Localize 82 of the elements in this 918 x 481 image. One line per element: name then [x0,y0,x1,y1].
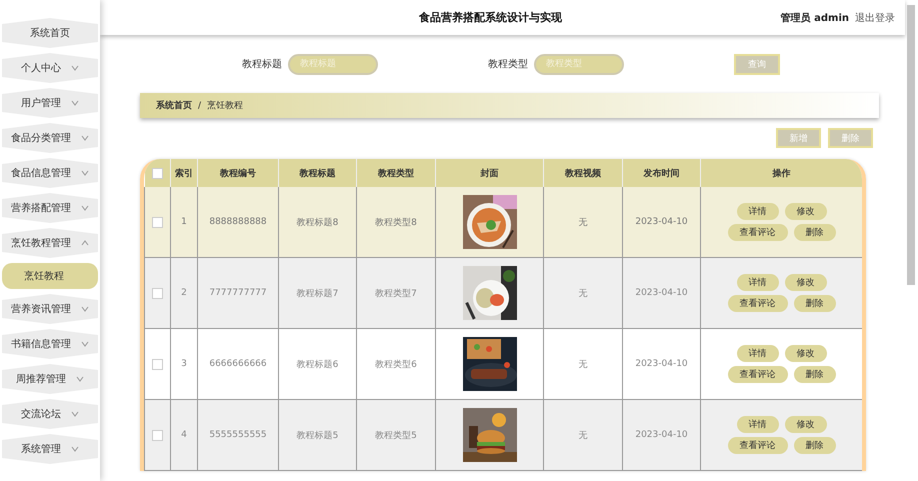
breadcrumb-link[interactable]: 系统首页 [156,99,192,112]
table-cell: 教程标题7 [278,258,356,328]
action-button[interactable]: 删除 [794,295,836,312]
sidebar-item[interactable]: 交流论坛 [2,399,98,429]
column-header: 封面 [436,159,544,187]
caret-icon [76,375,84,383]
column-header: 发布时间 [622,159,700,187]
table-cell: 教程类型5 [356,400,436,470]
caret-icon [71,410,79,418]
action-button[interactable]: 查看评论 [728,366,788,383]
table-cell: 2023-04-10 [622,187,700,258]
action-button[interactable]: 详情 [736,345,778,362]
sidebar-item[interactable]: 用户管理 [2,88,98,118]
table-cell: 2023-04-10 [622,258,700,328]
column-header: 教程编号 [198,159,278,187]
action-button[interactable]: 查看评论 [728,224,788,241]
checkbox[interactable] [152,358,163,370]
table-cell: 2 [170,258,198,328]
action-button[interactable]: 详情 [736,274,778,291]
action-button[interactable]: 删除 [794,224,836,241]
column-header: 教程视频 [544,159,622,187]
table-cell: 无 [544,258,622,328]
checkbox[interactable] [152,430,163,440]
column-header: 教程类型 [356,159,436,187]
action-button[interactable]: 修改 [784,203,826,220]
action-button[interactable]: 修改 [784,416,826,433]
action-button[interactable]: 删除 [794,437,836,454]
table-cell: 4 [170,400,198,470]
sidebar-item[interactable]: 周推荐管理 [2,364,98,394]
action-button[interactable]: 详情 [736,203,778,220]
checkbox[interactable] [152,216,163,228]
breadcrumb-separator: / [198,100,202,110]
caret-icon [81,340,89,348]
column-header: 索引 [170,159,198,187]
sidebar-subitem[interactable]: 烹饪教程 [2,263,98,289]
sidebar-item[interactable]: 食品信息管理 [2,158,98,188]
search-field[interactable]: 教程标题 [288,54,378,74]
caret-icon [71,99,79,107]
checkbox[interactable] [152,168,163,178]
table-cell: 5555555555 [198,400,278,470]
sidebar-item[interactable]: 食品分类管理 [2,123,98,153]
action-button[interactable]: 删除 [794,366,836,383]
table-cell: 教程标题8 [278,187,356,258]
caret-icon [71,445,79,453]
table-cell: 2023-04-10 [622,400,700,470]
table-cell: 无 [544,187,622,258]
table-cell: 教程类型8 [356,187,436,258]
sidebar-item[interactable]: 系统管理 [2,434,98,464]
field-label: 教程标题 [242,58,282,71]
action-button[interactable]: 修改 [784,274,826,291]
table-cell: 1 [170,187,198,258]
table-cell: 8888888888 [198,187,278,258]
action-button[interactable]: 修改 [784,345,826,362]
logout-link[interactable]: 退出登录 [855,10,895,24]
table-cell: 教程类型7 [356,258,436,328]
sidebar-item[interactable]: 烹饪教程管理 [2,228,98,258]
action-button[interactable]: 查看评论 [728,437,788,454]
checkbox[interactable] [152,288,163,298]
search-field[interactable]: 教程类型 [534,54,624,74]
sidebar-item[interactable]: 系统首页 [2,18,98,48]
table-cell: 7777777777 [198,258,278,328]
caret-icon [71,64,79,72]
column-header: 操作 [700,159,862,187]
action-button[interactable]: 查看评论 [728,295,788,312]
caret-icon [81,204,89,212]
column-header: 教程标题 [278,159,356,187]
caret-icon [81,134,89,142]
sidebar-item[interactable]: 营养资讯管理 [2,294,98,324]
sidebar-item[interactable]: 营养搭配管理 [2,193,98,223]
caret-icon [81,239,89,247]
caret-icon [81,169,89,177]
sidebar-item[interactable]: 个人中心 [2,53,98,83]
user-label: 管理员 admin [780,12,849,24]
action-button[interactable]: 详情 [736,416,778,433]
sidebar-item[interactable]: 书籍信息管理 [2,329,98,359]
breadcrumb-current: 烹饪教程 [207,100,244,112]
field-label: 教程类型 [488,58,528,71]
caret-icon [81,305,89,313]
table-cell: 教程标题5 [278,400,356,470]
app-title: 食品营养搭配系统设计与实现 [418,10,563,25]
scrollbar[interactable] [907,5,915,285]
table-cell: 无 [544,400,622,470]
